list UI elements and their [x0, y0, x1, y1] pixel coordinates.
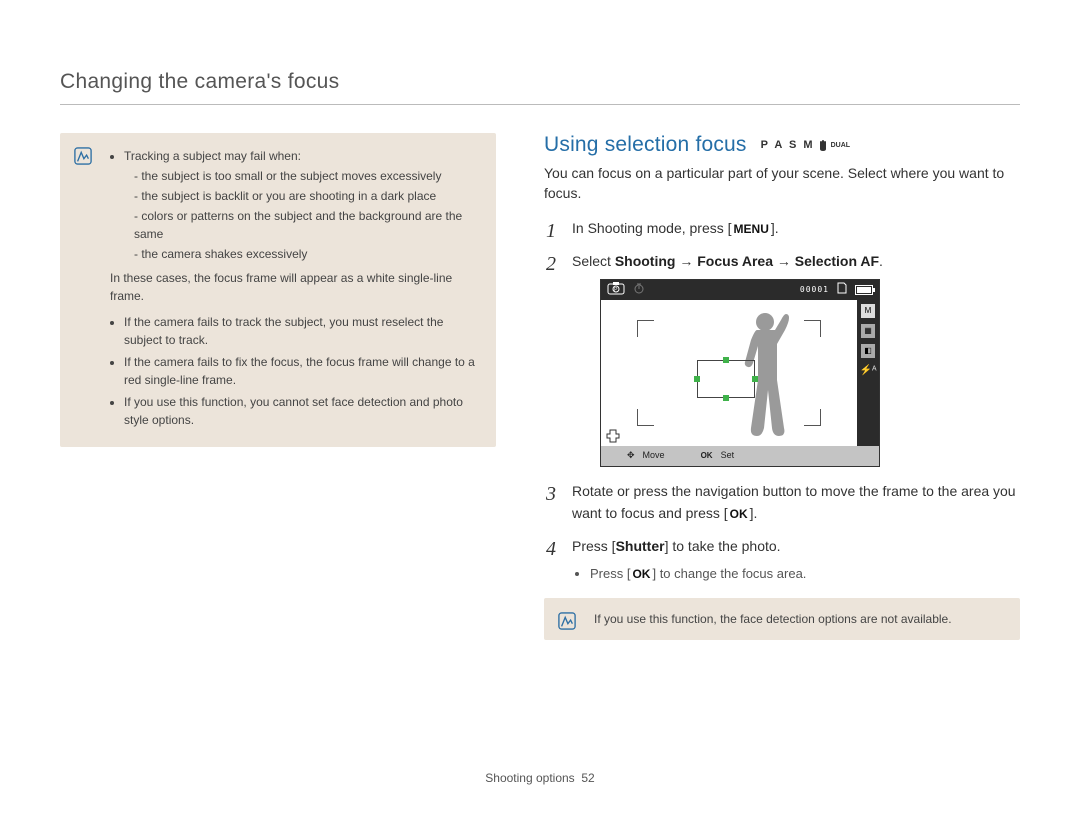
- tracking-fail-list: Tracking a subject may fail when: the su…: [110, 147, 478, 429]
- camera-mode-icon: P: [607, 281, 625, 299]
- af-marker: [723, 395, 729, 401]
- lcd-side-icon: ▦: [861, 324, 875, 338]
- reason: the subject is too small or the subject …: [134, 167, 478, 185]
- left-column: Tracking a subject may fail when: the su…: [60, 133, 496, 640]
- af-marker: [723, 357, 729, 363]
- note-item: If you use this function, you cannot set…: [124, 393, 478, 429]
- lcd-right-bar: M ▦ ◧ ⚡ᴬ: [857, 300, 879, 446]
- nav-icon: ✥: [627, 449, 635, 463]
- timer-icon: [633, 282, 645, 298]
- section-heading: Using selection focus P A S M DUAL: [544, 133, 1020, 157]
- battery-icon: [855, 285, 873, 295]
- mode-dual-text: DUAL: [831, 142, 850, 149]
- reason: the camera shakes excessively: [134, 245, 478, 263]
- ok-label: OK: [701, 450, 713, 462]
- flash-auto-icon: ⚡ᴬ: [861, 364, 875, 378]
- sd-card-icon: [837, 282, 847, 298]
- manual-page: Changing the camera's focus Tracking a s…: [0, 0, 1080, 815]
- lcd-side-icon: ◧: [861, 344, 875, 358]
- step-1: In Shooting mode, press [MENU].: [544, 218, 1020, 240]
- ok-button-label: OK: [632, 565, 650, 584]
- lcd-body: [601, 300, 857, 446]
- text: Press [: [572, 538, 616, 554]
- reason: the subject is backlit or you are shooti…: [134, 187, 478, 205]
- lcd-bottom-bar: ✥ Move OK Set: [601, 446, 879, 466]
- note-icon: [558, 612, 576, 630]
- menu-path-part: Selection AF: [795, 253, 879, 269]
- lcd-counter: 00001: [800, 284, 829, 296]
- lcd-preview: P 00001: [600, 279, 880, 467]
- lcd-top-bar: P 00001: [601, 280, 879, 300]
- text: ] to change the focus area.: [652, 566, 806, 581]
- mode-icons: P A S M DUAL: [761, 139, 850, 151]
- reason: colors or patterns on the subject and th…: [134, 207, 478, 243]
- lcd-hint-move: Move: [643, 449, 665, 463]
- step-4: Press [Shutter] to take the photo. Press…: [544, 536, 1020, 584]
- text: ].: [771, 220, 779, 236]
- steps-list: In Shooting mode, press [MENU]. Select S…: [544, 218, 1020, 585]
- lcd-hint-set: Set: [721, 449, 735, 463]
- text: .: [879, 253, 883, 269]
- tracking-consequence: In these cases, the focus frame will app…: [110, 269, 478, 305]
- note-item: If the camera fails to track the subject…: [124, 313, 478, 349]
- af-marker: [694, 376, 700, 382]
- menu-path-part: Shooting: [615, 253, 676, 269]
- mode-letters: P A S M: [761, 139, 815, 151]
- two-column-layout: Tracking a subject may fail when: the su…: [60, 133, 1020, 640]
- hand-icon: [818, 139, 828, 151]
- lcd-side-icon: M: [861, 304, 875, 318]
- af-bracket: [804, 320, 821, 337]
- arrow: →: [675, 253, 697, 269]
- text: Tracking a subject may fail when:: [124, 149, 301, 163]
- text: In Shooting mode, press [: [572, 220, 732, 236]
- tracking-fail-reasons: the subject is too small or the subject …: [124, 167, 478, 263]
- section-intro: You can focus on a particular part of yo…: [544, 163, 1020, 204]
- text: Press [: [590, 566, 630, 581]
- text: Rotate or press the navigation button to…: [572, 483, 1016, 521]
- footer-page-number: 52: [581, 771, 594, 785]
- header-rule: [60, 104, 1020, 105]
- af-bracket: [804, 409, 821, 426]
- ok-button-label: OK: [730, 505, 748, 524]
- page-header: Changing the camera's focus: [60, 70, 1020, 94]
- tracking-fail-lead: Tracking a subject may fail when: the su…: [124, 147, 478, 305]
- step-4-sub-item: Press [OK] to change the focus area.: [590, 564, 1020, 584]
- arrow: →: [773, 253, 795, 269]
- af-bracket: [637, 409, 654, 426]
- text: ].: [750, 505, 758, 521]
- right-column: Using selection focus P A S M DUAL You c…: [544, 133, 1020, 640]
- af-bracket: [637, 320, 654, 337]
- note-text: If you use this function, the face detec…: [594, 612, 952, 626]
- shutter-button-label: Shutter: [616, 538, 665, 554]
- text: Select: [572, 253, 615, 269]
- section-title-text: Using selection focus: [544, 133, 747, 157]
- selection-af-frame: [697, 360, 755, 398]
- footer-section: Shooting options: [485, 771, 574, 785]
- step-4-sub: Press [OK] to change the focus area.: [572, 564, 1020, 584]
- text: ] to take the photo.: [665, 538, 781, 554]
- menu-path-part: Focus Area: [697, 253, 773, 269]
- face-detection-note-box: If you use this function, the face detec…: [544, 598, 1020, 640]
- note-item: If the camera fails to fix the focus, th…: [124, 353, 478, 389]
- step-3: Rotate or press the navigation button to…: [544, 481, 1020, 524]
- tracking-note-box: Tracking a subject may fail when: the su…: [60, 133, 496, 447]
- svg-text:P: P: [614, 287, 618, 293]
- af-marker: [752, 376, 758, 382]
- page-footer: Shooting options 52: [0, 771, 1080, 785]
- note-icon: [74, 147, 92, 165]
- step-2: Select Shooting → Focus Area → Selection…: [544, 251, 1020, 467]
- menu-button-label: MENU: [734, 220, 769, 239]
- ois-icon: [605, 428, 619, 442]
